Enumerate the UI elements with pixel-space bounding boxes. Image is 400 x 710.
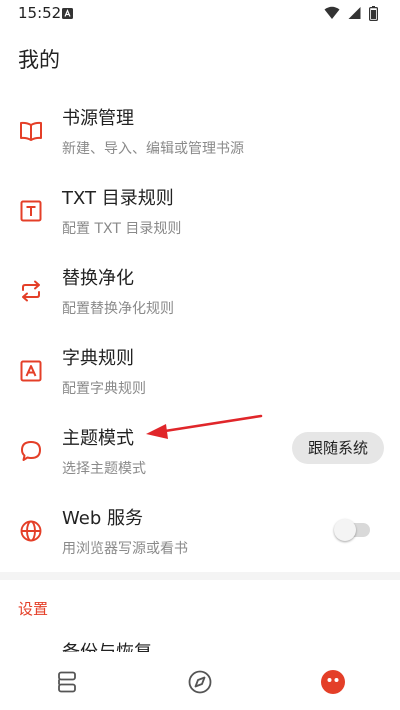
- speech-bubble-icon: [18, 438, 44, 464]
- status-time: 15:52: [18, 4, 62, 22]
- section-divider: [0, 572, 400, 580]
- signal-icon: [348, 7, 361, 19]
- menu-item-title: Web 服务: [62, 508, 143, 529]
- status-icons: [321, 6, 379, 22]
- wifi-icon: [324, 6, 340, 19]
- menu-item-subtitle: 配置字典规则: [62, 381, 146, 397]
- menu-item-dict-rules[interactable]: 字典规则 配置字典规则: [0, 338, 400, 418]
- menu-item-title: 主题模式: [62, 428, 134, 449]
- book-open-icon: [18, 118, 44, 144]
- menu-item-subtitle: 选择主题模式: [62, 461, 146, 477]
- menu-item-title: 替换净化: [62, 268, 134, 289]
- status-bar: 15:52: [0, 0, 400, 28]
- globe-icon: [18, 518, 44, 544]
- bookshelf-icon[interactable]: [54, 669, 80, 695]
- theme-mode-value-chip[interactable]: 跟随系统: [292, 432, 384, 464]
- menu-item-title: TXT 目录规则: [62, 188, 174, 209]
- menu-item-title: 字典规则: [62, 348, 134, 369]
- text-box-icon: [18, 198, 44, 224]
- menu-item-subtitle: 配置替换净化规则: [62, 301, 174, 317]
- bottom-nav: [0, 652, 400, 710]
- menu-item-replace-purify[interactable]: 替换净化 配置替换净化规则: [0, 258, 400, 338]
- compass-icon[interactable]: [187, 669, 213, 695]
- settings-section-title: 设置: [18, 600, 49, 618]
- letter-a-box-icon: [18, 358, 44, 384]
- menu-item-subtitle: 新建、导入、编辑或管理书源: [62, 141, 244, 157]
- menu-item-subtitle: 用浏览器写源或看书: [62, 541, 188, 557]
- menu-item-subtitle: 配置 TXT 目录规则: [62, 221, 182, 237]
- swap-arrows-icon: [18, 278, 44, 304]
- web-service-toggle[interactable]: [334, 517, 372, 543]
- menu-item-txt-toc-rules[interactable]: TXT 目录规则 配置 TXT 目录规则: [0, 178, 400, 258]
- my-profile-icon[interactable]: [320, 669, 346, 695]
- notification-icon: [62, 8, 73, 19]
- menu-item-title: 书源管理: [62, 108, 134, 129]
- toggle-knob: [334, 519, 356, 541]
- menu-item-book-source[interactable]: 书源管理 新建、导入、编辑或管理书源: [0, 98, 400, 178]
- battery-icon: [369, 6, 379, 22]
- page-title: 我的: [18, 48, 60, 72]
